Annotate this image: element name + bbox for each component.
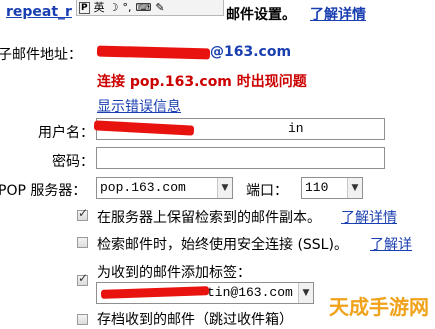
ssl-label: 检索邮件时，始终使用安全连接 (SSL)。: [97, 237, 348, 253]
keyboard-icon[interactable]: ⌨: [135, 0, 151, 15]
top-instruction-text: 邮件设置。: [226, 7, 296, 23]
pop-server-label: POP 服务器：: [0, 183, 87, 199]
label-select-value: tin@163.com: [207, 285, 293, 300]
port-value: 110: [305, 180, 329, 195]
keep-copy-checkbox[interactable]: [77, 206, 88, 221]
port-select[interactable]: 110 ▼: [301, 177, 363, 199]
ime-mode-button[interactable]: P: [79, 1, 90, 14]
password-label: 密码：: [52, 154, 94, 170]
ssl-checkbox[interactable]: [77, 237, 88, 248]
watermark-logo: 天成手游网: [329, 295, 429, 319]
top-learn-more-link[interactable]: 了解详情: [310, 4, 366, 24]
ssl-learn-more-link[interactable]: 了解详: [370, 234, 412, 254]
connection-error-message: 连接 pop.163.com 时出现问题: [97, 74, 307, 90]
show-error-link[interactable]: 显示错误信息: [97, 96, 181, 116]
settings-icon[interactable]: ✎: [155, 0, 164, 15]
port-label: 端口：: [246, 183, 288, 199]
password-field[interactable]: [96, 147, 385, 169]
keep-copy-learn-more-link[interactable]: 了解详情: [341, 207, 397, 227]
username-value-end: in: [288, 121, 304, 136]
keep-copy-label: 在服务器上保留检索到的邮件副本。: [97, 210, 321, 226]
chevron-down-icon[interactable]: ▼: [347, 178, 362, 198]
pop-server-value: pop.163.com: [100, 180, 186, 195]
add-label-checkbox[interactable]: [77, 271, 88, 286]
ime-toolbar: P 英 ☽ °, ⌨ ✎: [76, 0, 224, 16]
add-label-label: 为收到的邮件添加标签：: [97, 265, 251, 281]
archive-label: 存档收到的邮件（跳过收件箱）: [97, 312, 293, 328]
ime-lang-button[interactable]: 英: [94, 0, 105, 15]
account-prefix-link[interactable]: repeat_r: [6, 4, 72, 20]
chevron-down-icon[interactable]: ▼: [298, 283, 313, 303]
redaction-mark: [96, 45, 211, 60]
punct-icon[interactable]: °,: [122, 0, 131, 15]
chevron-down-icon[interactable]: ▼: [217, 178, 232, 198]
moon-icon[interactable]: ☽: [109, 0, 119, 15]
archive-checkbox[interactable]: [77, 314, 88, 325]
pop-server-select[interactable]: pop.163.com ▼: [96, 177, 233, 199]
username-label: 用户名：: [38, 125, 94, 141]
email-address-value: @163.com: [210, 44, 292, 60]
email-address-label: 子邮件地址：: [0, 47, 82, 63]
